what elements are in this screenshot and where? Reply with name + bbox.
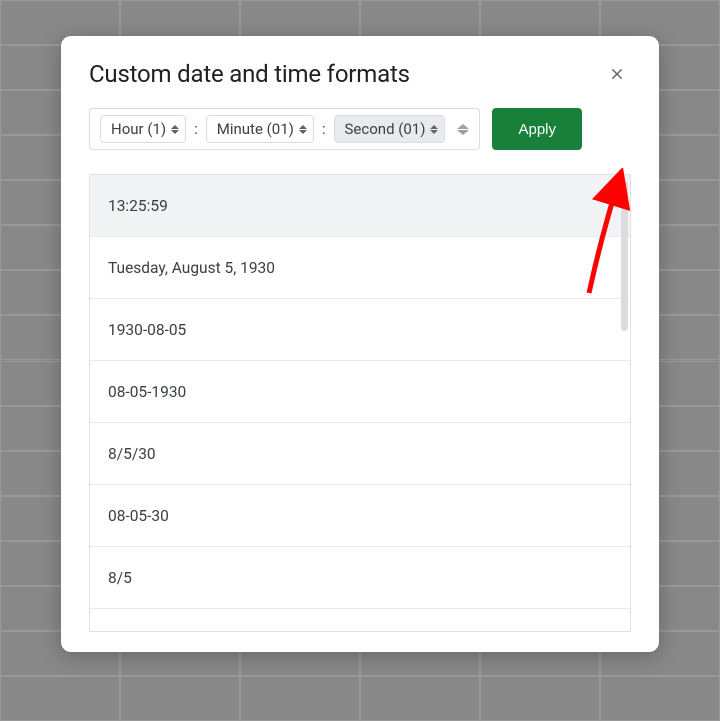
separator: : — [320, 120, 328, 138]
apply-button[interactable]: Apply — [492, 108, 582, 150]
token-hour[interactable]: Hour (1) — [100, 115, 186, 143]
modal-header: Custom date and time formats — [61, 60, 659, 108]
format-list-item[interactable]: 08-05-1930 — [90, 361, 630, 423]
format-list-container: 13:25:59 Tuesday, August 5, 1930 1930-08… — [89, 174, 631, 632]
format-list[interactable]: 13:25:59 Tuesday, August 5, 1930 1930-08… — [90, 175, 630, 631]
format-example-text: 8/5 — [108, 569, 132, 587]
add-token-dropdown[interactable] — [457, 124, 469, 135]
modal-overlay: Custom date and time formats Hour (1) : … — [0, 0, 720, 721]
format-input-container[interactable]: Hour (1) : Minute (01) : Second (01) — [89, 108, 480, 150]
format-list-item[interactable]: 13:25:59 — [90, 175, 630, 237]
format-list-item[interactable]: 08-05 — [90, 609, 630, 631]
custom-format-modal: Custom date and time formats Hour (1) : … — [61, 36, 659, 652]
token-second[interactable]: Second (01) — [334, 115, 446, 143]
format-example-text: 08-05 — [108, 631, 147, 632]
token-label: Hour (1) — [111, 120, 166, 138]
format-example-text: 13:25:59 — [108, 197, 168, 215]
format-list-item[interactable]: 8/5 — [90, 547, 630, 609]
updown-icon — [299, 125, 307, 134]
token-label: Minute (01) — [217, 120, 294, 138]
format-example-text: 8/5/30 — [108, 445, 156, 463]
updown-icon — [171, 125, 179, 134]
format-list-item[interactable]: 08-05-30 — [90, 485, 630, 547]
format-list-item[interactable]: 1930-08-05 — [90, 299, 630, 361]
format-builder-row: Hour (1) : Minute (01) : Second (01) App… — [61, 108, 659, 150]
close-button[interactable] — [603, 60, 631, 88]
format-example-text: 08-05-1930 — [108, 383, 186, 401]
updown-icon — [430, 125, 438, 134]
close-icon — [609, 66, 625, 82]
format-list-item[interactable]: 8/5/30 — [90, 423, 630, 485]
format-example-text: 08-05-30 — [108, 507, 169, 525]
format-example-text: Tuesday, August 5, 1930 — [108, 259, 275, 277]
scrollbar-thumb[interactable] — [621, 181, 628, 331]
modal-title: Custom date and time formats — [89, 60, 410, 88]
token-minute[interactable]: Minute (01) — [206, 115, 314, 143]
format-example-text: 1930-08-05 — [108, 321, 186, 339]
format-list-item[interactable]: Tuesday, August 5, 1930 — [90, 237, 630, 299]
separator: : — [192, 120, 200, 138]
token-label: Second (01) — [345, 120, 426, 138]
